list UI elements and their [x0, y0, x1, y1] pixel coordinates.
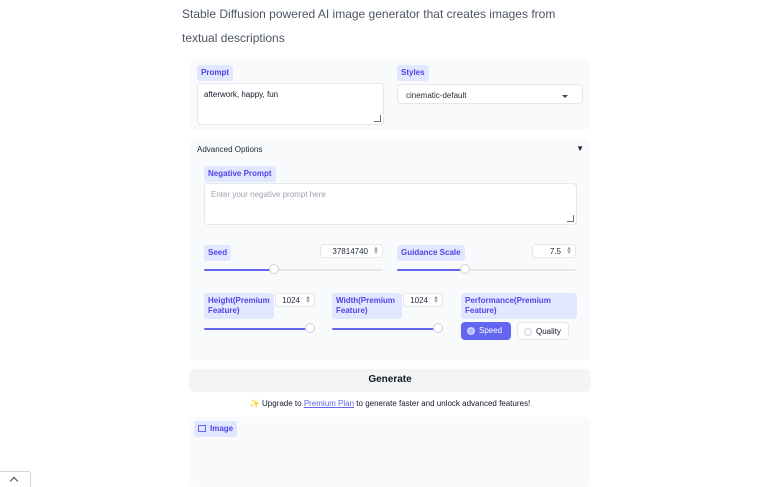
upgrade-prefix: Upgrade to [261, 399, 302, 408]
generate-button[interactable]: Generate [190, 369, 590, 390]
width-input[interactable]: 1024 ▲ ▼ [403, 293, 443, 307]
guidance-scale-input[interactable]: 7.5 ▲ ▼ [532, 244, 576, 258]
performance-option-quality[interactable]: Quality [517, 322, 569, 340]
advanced-options-title: Advanced Options [197, 145, 263, 154]
width-slider-fill [332, 328, 439, 330]
width-slider-thumb[interactable] [433, 323, 443, 333]
triangle-down-icon: ▼ [576, 144, 584, 153]
negative-prompt-placeholder: Enter your negative prompt here [211, 190, 326, 199]
prompt-input[interactable]: afterwork, happy, fun [197, 83, 384, 125]
width-value: 1024 [410, 296, 428, 305]
negative-prompt-input[interactable]: Enter your negative prompt here [204, 183, 577, 225]
guidance-scale-slider[interactable] [397, 264, 576, 274]
description: Stable Diffusion powered AI image genera… [182, 7, 556, 45]
prompt-value: afterwork, happy, fun [204, 90, 279, 99]
output-label: Image [194, 421, 238, 437]
prompt-label: Prompt [197, 65, 233, 81]
premium-plan-link[interactable]: Premium Plan [304, 399, 354, 408]
seed-label: Seed [204, 245, 232, 261]
resize-handle-icon[interactable] [374, 115, 381, 122]
guidance-scale-slider-fill [397, 269, 466, 271]
caret-down-icon [562, 95, 568, 98]
spinner-arrows-icon[interactable]: ▲ ▼ [566, 246, 572, 256]
radio-unselected-icon [524, 327, 532, 336]
spinner-arrows-icon[interactable]: ▲ ▼ [305, 295, 311, 305]
width-slider[interactable] [332, 323, 443, 333]
performance-option-quality-label: Quality [536, 327, 561, 336]
seed-slider-fill [204, 269, 274, 271]
height-value: 1024 [282, 296, 300, 305]
performance-label: Performance(Premium Feature) [461, 293, 577, 319]
styles-label: Styles [397, 65, 429, 81]
upgrade-suffix: to generate faster and unlock advanced f… [356, 399, 531, 408]
resize-handle-icon[interactable] [567, 215, 574, 222]
guidance-scale-slider-thumb[interactable] [460, 264, 471, 274]
advanced-options-card: Advanced Options ▼ Negative Prompt Enter… [190, 139, 590, 361]
height-input[interactable]: 1024 ▲ ▼ [275, 293, 315, 307]
styles-value: cinematic-default [406, 91, 467, 100]
height-slider-fill [204, 328, 311, 330]
output-card: Image [190, 417, 590, 487]
chevron-up-icon [9, 476, 19, 486]
performance-option-speed-label: Speed [479, 326, 503, 335]
image-icon [198, 425, 206, 433]
seed-slider[interactable] [204, 264, 383, 274]
seed-value: 37814740 [332, 247, 368, 256]
upgrade-banner: ✨ Upgrade to Premium Plan to generate fa… [190, 399, 590, 408]
collapse-panel-button[interactable] [0, 471, 31, 487]
spinner-arrows-icon[interactable]: ▲ ▼ [433, 295, 439, 305]
height-slider-thumb[interactable] [305, 323, 315, 333]
negative-prompt-label: Negative Prompt [204, 166, 276, 182]
advanced-options-toggle[interactable]: Advanced Options ▼ [197, 144, 584, 156]
prompt-card: Prompt afterwork, happy, fun Styles cine… [190, 59, 590, 130]
guidance-scale-value: 7.5 [549, 247, 561, 256]
sparkle-icon: ✨ [249, 399, 260, 408]
spinner-arrows-icon[interactable]: ▲ ▼ [373, 246, 379, 256]
output-label-text: Image [210, 424, 234, 433]
performance-option-speed[interactable]: Speed [461, 322, 511, 340]
seed-input[interactable]: 37814740 ▲ ▼ [320, 244, 383, 258]
seed-slider-thumb[interactable] [268, 264, 279, 274]
height-slider[interactable] [204, 323, 315, 333]
guidance-scale-label: Guidance Scale [397, 245, 465, 261]
width-label: Width(Premium Feature) [332, 293, 402, 319]
radio-selected-icon [467, 326, 475, 335]
styles-select[interactable]: cinematic-default [397, 84, 583, 104]
height-label: Height(Premium Feature) [204, 293, 274, 319]
